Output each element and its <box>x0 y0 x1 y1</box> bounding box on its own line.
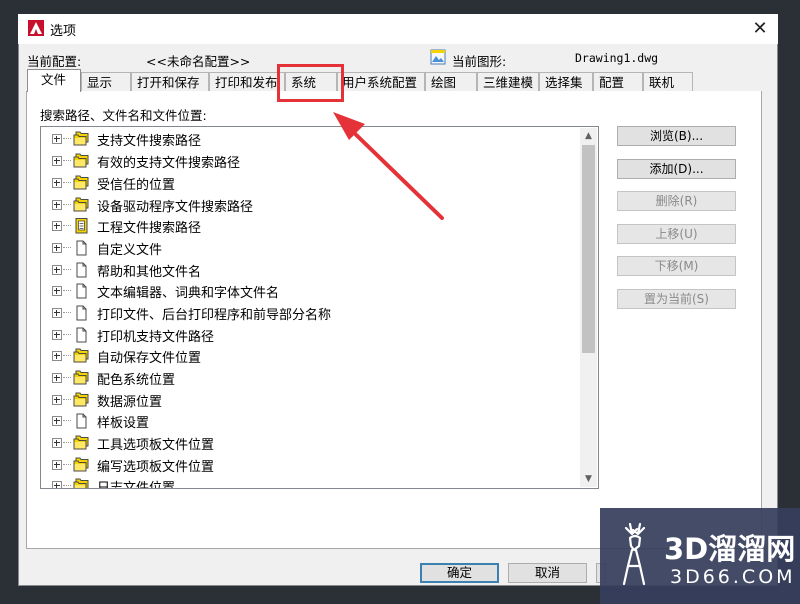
expand-icon[interactable] <box>52 134 62 144</box>
document-icon <box>72 304 90 321</box>
tree-item-log-file-location[interactable]: 日志文件位置 <box>41 475 581 489</box>
tree-item-trusted-locations[interactable]: 受信任的位置 <box>41 172 581 193</box>
tab-display[interactable]: 显示 <box>81 72 131 92</box>
expand-icon[interactable] <box>52 156 62 166</box>
expand-icon[interactable] <box>52 200 62 210</box>
remove-button[interactable]: 删除(R) <box>617 191 736 211</box>
autocad-app-icon <box>28 20 44 36</box>
expand-icon[interactable] <box>52 351 62 361</box>
tree-item-working-support-path[interactable]: 有效的支持文件搜索路径 <box>41 150 581 171</box>
highlight-box <box>277 64 344 102</box>
project-file-icon <box>72 217 90 234</box>
tree-item-authoring-palettes-location[interactable]: 编写选项板文件位置 <box>41 454 581 475</box>
add-button[interactable]: 添加(D)... <box>617 159 736 179</box>
folder-stack-icon <box>72 434 90 451</box>
tree-item-printer-support-path[interactable]: 打印机支持文件路径 <box>41 324 581 345</box>
expand-icon[interactable] <box>52 286 62 296</box>
folder-stack-icon <box>72 174 90 191</box>
expand-icon[interactable] <box>52 243 62 253</box>
tree-item-color-book-locations[interactable]: 配色系统位置 <box>41 367 581 388</box>
scroll-thumb[interactable] <box>582 145 595 353</box>
expand-icon[interactable] <box>52 395 62 405</box>
tab-open-save[interactable]: 打开和保存 <box>131 72 209 92</box>
document-icon <box>72 326 90 343</box>
expand-icon[interactable] <box>52 416 62 426</box>
move-down-button[interactable]: 下移(M) <box>617 256 736 276</box>
expand-icon[interactable] <box>52 265 62 275</box>
folder-stack-icon <box>72 369 90 386</box>
tab-files[interactable]: 文件 <box>27 69 81 92</box>
expand-icon[interactable] <box>52 481 62 488</box>
scroll-down-icon[interactable]: ▼ <box>580 471 597 487</box>
current-drawing-label: 当前图形: <box>452 54 507 69</box>
tree-item-print-file-names[interactable]: 打印文件、后台打印程序和前导部分名称 <box>41 302 581 323</box>
tree-item-data-sources-location[interactable]: 数据源位置 <box>41 389 581 410</box>
tree-item-customization-files[interactable]: 自定义文件 <box>41 237 581 258</box>
tree-item-autosave-location[interactable]: 自动保存文件位置 <box>41 345 581 366</box>
expand-icon[interactable] <box>52 221 62 231</box>
tab-3d-modeling[interactable]: 三维建模 <box>477 72 539 92</box>
scroll-up-icon[interactable]: ▲ <box>580 128 597 144</box>
folder-stack-icon <box>72 391 90 408</box>
expand-icon[interactable] <box>52 373 62 383</box>
current-drawing-value: Drawing1.dwg <box>575 51 659 65</box>
window-title: 选项 <box>50 24 77 39</box>
folder-stack-icon <box>72 456 90 473</box>
folder-stack-icon <box>72 347 90 364</box>
tab-user-preferences[interactable]: 用户系统配置 <box>337 72 425 92</box>
watermark-url-text: 3D66.COM <box>670 566 796 588</box>
tree-item-project-files-path[interactable]: 工程文件搜索路径 <box>41 215 581 236</box>
drawing-icon <box>430 49 446 65</box>
document-icon <box>72 239 90 256</box>
tree-item-tool-palettes-location[interactable]: 工具选项板文件位置 <box>41 432 581 453</box>
expand-icon[interactable] <box>52 308 62 318</box>
tree-scrollbar[interactable]: ▲ ▼ <box>580 128 597 487</box>
annotation-arrow-icon <box>333 112 444 220</box>
watermark-banner: 3D溜溜网 3D66.COM <box>600 508 800 604</box>
folder-stack-icon <box>72 130 90 147</box>
current-profile-label: 当前配置: <box>27 54 82 69</box>
tab-selection[interactable]: 选择集 <box>539 72 593 92</box>
ok-button[interactable]: 确定 <box>420 563 499 583</box>
close-button[interactable]: ✕ <box>746 16 774 42</box>
folder-stack-icon <box>72 477 90 489</box>
folder-stack-icon <box>72 152 90 169</box>
tree-item-text-editor-font-files[interactable]: 文本编辑器、词典和字体文件名 <box>41 280 581 301</box>
tree-item-template-settings[interactable]: 样板设置 <box>41 410 581 431</box>
document-icon <box>72 282 90 299</box>
document-icon <box>72 412 90 429</box>
expand-icon[interactable] <box>52 178 62 188</box>
move-up-button[interactable]: 上移(U) <box>617 224 736 244</box>
tab-online[interactable]: 联机 <box>643 72 693 92</box>
deer-logo-icon <box>622 522 646 586</box>
set-current-button[interactable]: 置为当前(S) <box>617 289 736 309</box>
folder-stack-icon <box>72 196 90 213</box>
search-paths-label: 搜索路径、文件名和文件位置: <box>40 108 207 123</box>
current-profile-value: <<未命名配置>> <box>146 54 251 69</box>
tab-profiles[interactable]: 配置 <box>593 72 643 92</box>
tab-plot-publish[interactable]: 打印和发布 <box>209 72 285 92</box>
tree-item-device-driver-path[interactable]: 设备驱动程序文件搜索路径 <box>41 194 581 215</box>
expand-icon[interactable] <box>52 438 62 448</box>
tree-item-support-search-path[interactable]: 支持文件搜索路径 <box>41 128 581 149</box>
document-icon <box>72 261 90 278</box>
cancel-button[interactable]: 取消 <box>508 563 587 583</box>
file-location-tree[interactable]: 支持文件搜索路径 有效的支持文件搜索路径 受信任的位置 设备驱动程序文件搜索路径… <box>40 126 599 489</box>
expand-icon[interactable] <box>52 330 62 340</box>
tree-item-help-file-names[interactable]: 帮助和其他文件名 <box>41 259 581 280</box>
title-bar[interactable] <box>18 14 778 44</box>
browse-button[interactable]: 浏览(B)... <box>617 126 736 146</box>
tab-drafting[interactable]: 绘图 <box>425 72 477 92</box>
watermark-brand-text: 3D溜溜网 <box>664 532 796 566</box>
expand-icon[interactable] <box>52 460 62 470</box>
